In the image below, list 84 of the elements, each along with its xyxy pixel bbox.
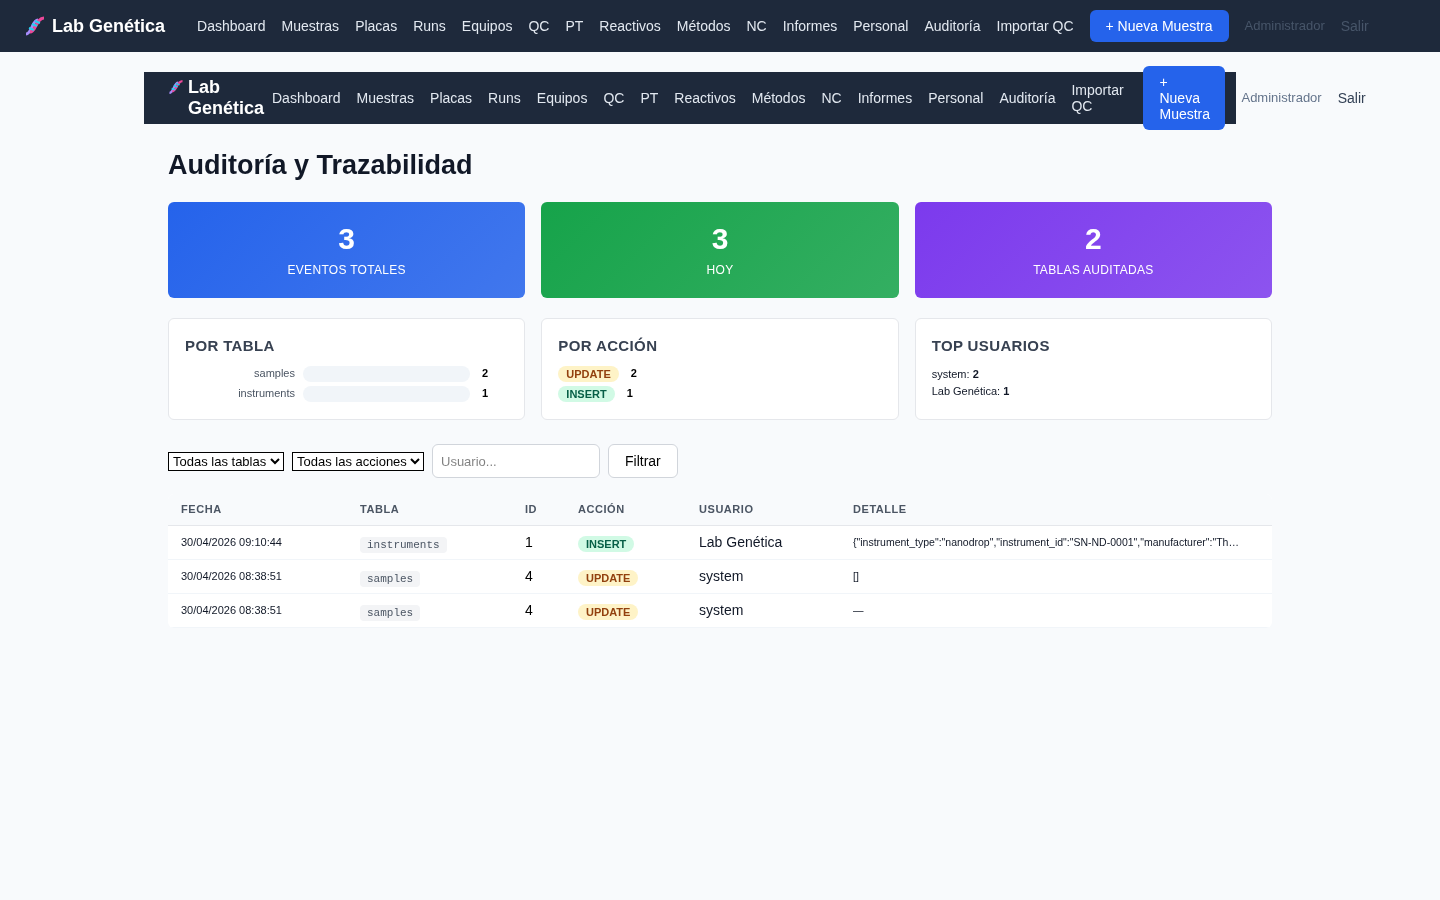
stat-label: EVENTOS TOTALES [287,262,406,279]
nav-link[interactable]: Informes [857,90,913,106]
action-badge: INSERT [578,535,635,552]
column-header: ACCIÓN [578,502,626,518]
nav-link[interactable]: Muestras [356,90,415,106]
table-name: samples [360,604,421,621]
nav-link[interactable]: Auditoría [924,15,981,37]
column-header: USUARIO [699,502,755,518]
table-cell-text: [] [853,568,860,584]
table-cell-text: — [853,602,865,618]
stat-label: TABLAS AUDITADAS [1033,262,1154,279]
nav-link[interactable]: Equipos [461,15,513,37]
nav-link[interactable]: Muestras [281,15,340,37]
table-cell-text: Lab Genética [699,533,784,552]
filter-button[interactable]: Filtrar [608,444,678,478]
table-cell-text: 30/04/2026 08:38:51 [181,569,283,585]
table-cell-text: 30/04/2026 09:10:44 [181,535,283,551]
nav-link[interactable]: Personal [853,15,909,37]
action-select[interactable]: Todas las acciones [292,451,424,471]
nav-link[interactable]: QC [528,15,550,37]
nav-link[interactable]: Reactivos [599,15,661,37]
dna-icon [168,77,184,97]
user-field[interactable]: Usuario... [432,444,600,478]
nav-link[interactable]: Métodos [676,15,731,37]
user-count: system: 2 [931,366,980,382]
card-title: POR TABLA [185,336,276,356]
nav-link[interactable]: Importar QC [996,15,1074,37]
table-cell-text: {"instrument_type":"nanodrop","instrument_id":"SN-ND-0001","manufacturer":"Th… [853,534,1240,550]
table-cell-text: 30/04/2026 08:38:51 [181,603,283,619]
column-header: TABLA [360,502,401,518]
dna-icon [24,16,46,36]
nav-link[interactable]: Equipos [536,90,588,106]
table-cell-text: system [699,567,745,586]
logout-link[interactable]: Salir [1337,87,1366,109]
new-sample-button[interactable]: + Nueva Muestra [1089,10,1229,42]
table-cell-text: 4 [525,567,534,586]
nav-link[interactable]: Auditoría [999,90,1056,106]
table-cell-text: system [699,601,745,620]
nav-link[interactable]: Reactivos [674,90,736,106]
user-count: Lab Genética: 1 [931,383,1011,399]
table-name: samples [253,366,295,382]
nav-link[interactable]: PT [640,90,659,106]
brand-title[interactable]: Lab Genética [187,77,264,119]
column-header: ID [525,502,539,518]
user-name: Administrador [1241,89,1322,108]
nav-link[interactable]: Personal [928,90,984,106]
count: 1 [482,386,489,402]
table-name: samples [360,570,421,587]
nav-link[interactable]: Importar QC [1071,82,1128,114]
stat-value: 2 [1085,221,1102,257]
action-badge: UPDATE [578,603,639,620]
column-header: DETALLE [853,502,908,518]
nav-link[interactable]: Runs [413,15,446,37]
nav-link[interactable]: NC [821,90,842,106]
page-title: Auditoría y Trazabilidad [168,149,474,182]
action-badge: UPDATE [578,569,639,586]
table-cell-text: 1 [525,533,534,552]
stat-label: HOY [706,262,734,279]
count: 2 [630,366,637,382]
nav-link[interactable]: Dashboard [272,90,341,106]
nav-link[interactable]: Dashboard [197,15,266,37]
brand-title[interactable]: Lab Genética [52,12,166,40]
card-title: TOP USUARIOS [931,336,1051,356]
table-name: instruments [360,536,447,553]
nav-link[interactable]: NC [746,15,767,37]
count: 2 [482,366,489,382]
nav-link[interactable]: Métodos [751,90,806,106]
nav-link[interactable]: PT [565,15,584,37]
action-badge: INSERT [558,385,615,402]
column-header: FECHA [181,502,223,518]
card-title: POR ACCIÓN [558,336,659,356]
new-sample-button[interactable]: + Nueva Muestra [1143,66,1226,130]
count: 1 [626,386,633,402]
table-select[interactable]: Todas las tablas [168,451,284,471]
stat-value: 3 [711,221,729,257]
stat-value: 3 [338,221,355,257]
nav-link[interactable]: Placas [430,90,473,106]
table-name: instruments [237,386,295,402]
table-cell-text: 4 [525,601,534,620]
nav-link[interactable]: Placas [355,15,398,37]
nav-link[interactable]: Informes [782,15,838,37]
action-badge: UPDATE [558,365,619,382]
nav-link[interactable]: QC [603,90,625,106]
nav-link[interactable]: Runs [488,90,521,106]
